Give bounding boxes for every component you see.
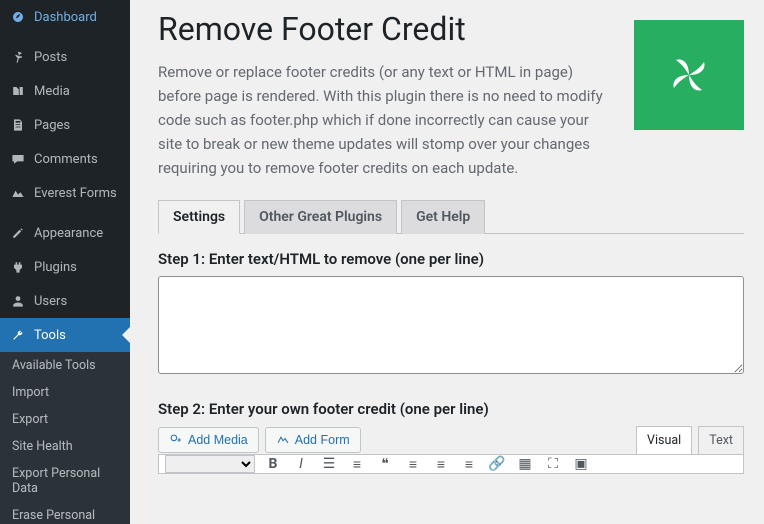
- tab-get-help[interactable]: Get Help: [401, 200, 485, 234]
- nav-label: Media: [34, 84, 70, 99]
- plugin-logo: [634, 20, 744, 130]
- appearance-icon: [8, 223, 28, 243]
- plugins-icon: [8, 257, 28, 277]
- align-center-icon[interactable]: ≡: [431, 454, 451, 474]
- comments-icon: [8, 149, 28, 169]
- forms-icon: [8, 183, 28, 203]
- page-tabs: Settings Other Great Plugins Get Help: [158, 200, 744, 234]
- page-title: Remove Footer Credit: [158, 10, 614, 48]
- admin-sidebar: Dashboard Posts Media Pages Comments Eve…: [0, 0, 130, 524]
- form-icon: [276, 433, 290, 447]
- quote-icon[interactable]: ❝: [375, 454, 395, 474]
- paragraph-select[interactable]: [165, 455, 255, 473]
- nav-posts[interactable]: Posts: [0, 40, 130, 74]
- nav-label: Everest Forms: [34, 186, 117, 201]
- tools-submenu: Available Tools Import Export Site Healt…: [0, 352, 130, 524]
- link-icon[interactable]: 🔗: [487, 454, 507, 474]
- visual-tab[interactable]: Visual: [636, 426, 692, 454]
- add-form-button[interactable]: Add Form: [265, 427, 361, 453]
- sub-export[interactable]: Export: [0, 406, 130, 433]
- nav-label: Dashboard: [34, 10, 97, 25]
- nav-pages[interactable]: Pages: [0, 108, 130, 142]
- step1-label: Step 1: Enter text/HTML to remove (one p…: [158, 250, 744, 268]
- text-tab[interactable]: Text: [698, 426, 744, 454]
- users-icon: [8, 291, 28, 311]
- add-media-button[interactable]: Add Media: [158, 427, 259, 453]
- bullet-list-icon[interactable]: ☰: [319, 454, 339, 474]
- page-description: Remove or replace footer credits (or any…: [158, 60, 614, 180]
- editor-toolbar: Add Media Add Form Visual Text: [158, 426, 744, 454]
- more-icon[interactable]: ▦: [515, 454, 535, 474]
- pin-icon: [8, 47, 28, 67]
- tab-settings[interactable]: Settings: [158, 200, 240, 234]
- nav-label: Users: [34, 294, 67, 309]
- nav-users[interactable]: Users: [0, 284, 130, 318]
- media-icon: [8, 81, 28, 101]
- pages-icon: [8, 115, 28, 135]
- nav-label: Appearance: [34, 226, 103, 241]
- editor-formatting-toolbar: B I ☰ ≡ ❝ ≡ ≡ ≡ 🔗 ▦ ⛶ ▣: [158, 454, 744, 474]
- sub-site-health[interactable]: Site Health: [0, 433, 130, 460]
- number-list-icon[interactable]: ≡: [347, 454, 367, 474]
- bold-icon[interactable]: B: [263, 454, 283, 474]
- nav-appearance[interactable]: Appearance: [0, 216, 130, 250]
- toolbar-toggle-icon[interactable]: ▣: [571, 454, 591, 474]
- nav-media[interactable]: Media: [0, 74, 130, 108]
- sub-import[interactable]: Import: [0, 379, 130, 406]
- nav-label: Tools: [34, 328, 66, 343]
- add-form-label: Add Form: [295, 433, 350, 447]
- sub-erase-personal[interactable]: Erase Personal Data: [0, 502, 130, 524]
- tab-other-plugins[interactable]: Other Great Plugins: [244, 200, 397, 234]
- align-left-icon[interactable]: ≡: [403, 454, 423, 474]
- nav-label: Plugins: [34, 260, 77, 275]
- nav-dashboard[interactable]: Dashboard: [0, 0, 130, 34]
- sub-export-personal[interactable]: Export Personal Data: [0, 460, 130, 502]
- step1-textarea[interactable]: [158, 276, 744, 374]
- nav-everest-forms[interactable]: Everest Forms: [0, 176, 130, 210]
- sub-available-tools[interactable]: Available Tools: [0, 352, 130, 379]
- add-media-label: Add Media: [188, 433, 248, 447]
- pinwheel-icon: [664, 50, 714, 100]
- align-right-icon[interactable]: ≡: [459, 454, 479, 474]
- nav-tools[interactable]: Tools: [0, 318, 130, 352]
- tools-icon: [8, 325, 28, 345]
- media-plus-icon: [169, 433, 183, 447]
- step2-label: Step 2: Enter your own footer credit (on…: [158, 400, 744, 418]
- fullscreen-icon[interactable]: ⛶: [543, 454, 563, 474]
- nav-label: Comments: [34, 152, 98, 167]
- nav-plugins[interactable]: Plugins: [0, 250, 130, 284]
- italic-icon[interactable]: I: [291, 454, 311, 474]
- nav-comments[interactable]: Comments: [0, 142, 130, 176]
- nav-label: Posts: [34, 50, 67, 65]
- main-content: Remove Footer Credit Remove or replace f…: [130, 0, 764, 524]
- nav-label: Pages: [34, 118, 70, 133]
- dashboard-icon: [8, 7, 28, 27]
